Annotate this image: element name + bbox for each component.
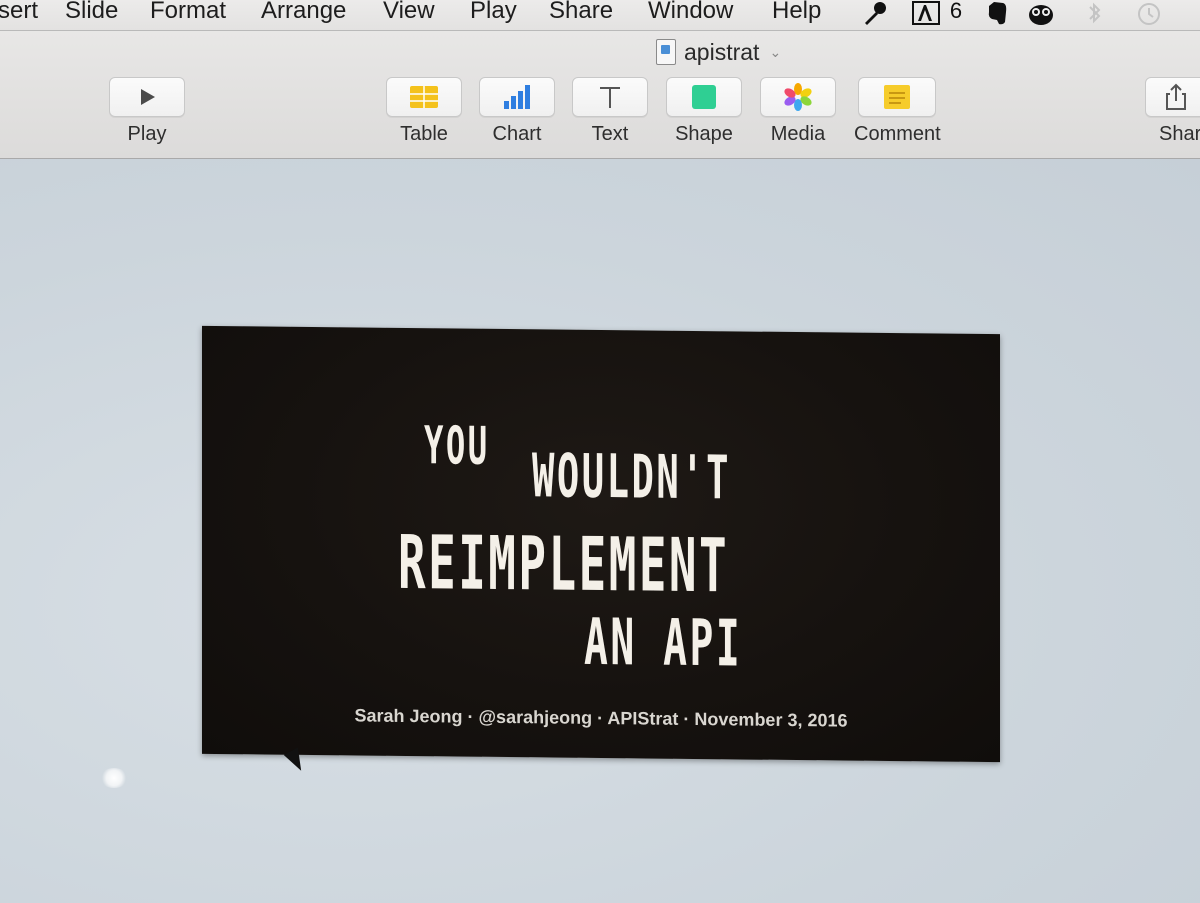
menu-format[interactable]: Format: [150, 0, 226, 26]
menu-window[interactable]: Window: [648, 0, 733, 26]
dropper-icon[interactable]: [860, 0, 890, 26]
keynote-screen: sert Slide Format Arrange View Play Shar…: [0, 0, 1200, 903]
time-machine-icon[interactable]: [1130, 0, 1166, 26]
owl-icon[interactable]: [1025, 0, 1057, 26]
chevron-down-icon[interactable]: ⌄: [769, 44, 781, 61]
bluetooth-icon[interactable]: [1085, 0, 1105, 26]
comment-tool[interactable]: Comment: [854, 77, 941, 146]
photos-icon: [784, 83, 812, 111]
slide-canvas[interactable]: YOU WOULDN'T REIMPLEMENT AN API Sarah Je…: [0, 159, 1200, 903]
shape-button[interactable]: [666, 77, 742, 117]
document-title[interactable]: apistrat ⌄: [656, 37, 781, 67]
shape-label: Shape: [675, 123, 733, 145]
chart-button[interactable]: [479, 77, 555, 117]
slide-title-wouldnt[interactable]: WOULDN'T: [532, 441, 731, 513]
comment-label: Comment: [854, 123, 941, 145]
text-label: Text: [591, 123, 629, 145]
media-tool[interactable]: Media: [760, 77, 836, 146]
menu-play[interactable]: Play: [470, 0, 517, 26]
document-title-text: apistrat: [684, 38, 760, 65]
text-button[interactable]: [572, 77, 648, 117]
menu-view[interactable]: View: [383, 0, 435, 26]
evernote-icon[interactable]: [982, 0, 1012, 26]
table-tool[interactable]: Table: [386, 77, 462, 146]
slide-title-reimplement[interactable]: REIMPLEMENT: [398, 520, 729, 609]
keynote-document-icon: [656, 39, 676, 65]
slide-footer[interactable]: Sarah Jeong · @sarahjeong · APIStrat · N…: [202, 704, 1000, 733]
play-tool[interactable]: Play: [109, 77, 185, 146]
slide[interactable]: YOU WOULDN'T REIMPLEMENT AN API Sarah Je…: [202, 325, 1000, 763]
screen-glare: [100, 768, 128, 788]
slide-title-an-api[interactable]: AN API: [584, 606, 742, 682]
notification-count: 6: [949, 0, 963, 23]
table-label: Table: [400, 123, 448, 145]
menu-bar: sert Slide Format Arrange View Play Shar…: [0, 0, 1200, 31]
play-icon: [141, 89, 155, 105]
menu-slide[interactable]: Slide: [65, 0, 118, 26]
play-label: Play: [127, 123, 167, 145]
shape-tool[interactable]: Shape: [666, 77, 742, 146]
menu-share[interactable]: Share: [549, 0, 613, 26]
comment-button[interactable]: [858, 77, 937, 117]
share-icon: [1166, 83, 1186, 110]
window-toolbar: apistrat ⌄ Play Table Chart Text Shape M…: [0, 31, 1200, 159]
chart-tool[interactable]: Chart: [479, 77, 555, 146]
adobe-icon[interactable]: [910, 0, 942, 26]
menu-insert[interactable]: sert: [0, 0, 38, 26]
comment-note-icon: [884, 85, 911, 109]
share-label: Shar: [1159, 123, 1200, 145]
slide-title-you[interactable]: YOU: [424, 416, 490, 477]
menu-arrange[interactable]: Arrange: [261, 0, 346, 26]
share-tool[interactable]: Shar: [1145, 77, 1200, 146]
media-button[interactable]: [760, 77, 836, 117]
table-button[interactable]: [386, 77, 462, 117]
shape-icon: [692, 85, 716, 109]
share-button[interactable]: [1145, 77, 1200, 117]
menu-help[interactable]: Help: [772, 0, 821, 26]
table-icon: [410, 86, 438, 108]
text-tool[interactable]: Text: [572, 77, 648, 146]
play-button[interactable]: [109, 77, 185, 117]
chart-label: Chart: [492, 123, 542, 145]
media-label: Media: [770, 123, 826, 145]
chart-icon: [504, 85, 530, 109]
text-icon: [600, 87, 620, 108]
